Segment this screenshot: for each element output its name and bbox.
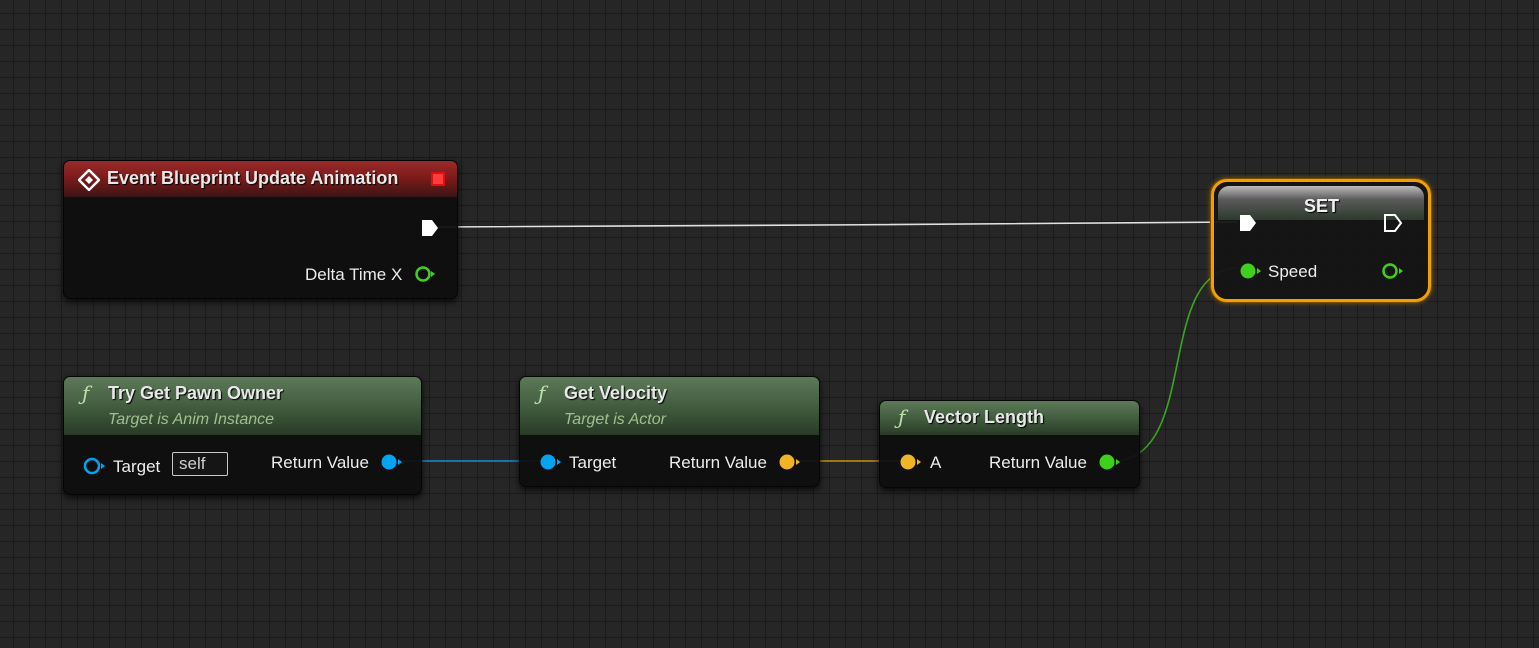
node-title: Event Blueprint Update Animation — [107, 168, 399, 188]
return-value-label: Return Value — [271, 453, 369, 472]
exec-out-pin[interactable] — [420, 218, 440, 238]
a-label: A — [930, 453, 942, 472]
node-header: ƒ Get Velocity Target is Actor — [520, 377, 819, 435]
node-header: ƒ Vector Length — [880, 401, 1139, 435]
set-node[interactable]: SET Speed — [1211, 179, 1431, 302]
target-label: Target — [113, 457, 161, 476]
speed-in-pin[interactable] — [1238, 262, 1262, 280]
event-node-header: Event Blueprint Update Animation — [64, 161, 457, 197]
node-header: ƒ Try Get Pawn Owner Target is Anim Inst… — [64, 377, 421, 435]
delta-time-label: Delta Time X — [305, 265, 403, 284]
vector-length-node[interactable]: ƒ Vector Length A Return Value — [879, 400, 1140, 488]
speed-out-pin[interactable] — [1380, 262, 1404, 280]
target-in-pin[interactable] — [82, 457, 106, 475]
a-in-pin[interactable] — [898, 453, 922, 471]
exec-out-pin[interactable] — [1383, 213, 1403, 233]
target-value-field[interactable]: self — [172, 452, 228, 476]
node-title: Vector Length — [924, 407, 1045, 427]
node-title: Try Get Pawn Owner — [108, 383, 284, 403]
node-subtitle: Target is Anim Instance — [108, 411, 275, 428]
return-value-label: Return Value — [989, 453, 1087, 472]
event-diamond-icon — [78, 169, 100, 191]
return-value-out-pin[interactable] — [379, 453, 403, 471]
node-subtitle: Target is Actor — [564, 411, 666, 428]
return-value-out-pin[interactable] — [777, 453, 801, 471]
wire-layer — [398, 221, 1239, 462]
target-in-pin[interactable] — [538, 453, 562, 471]
target-label: Target — [569, 453, 617, 472]
node-title: Get Velocity — [564, 383, 668, 403]
get-velocity-node[interactable]: ƒ Get Velocity Target is Actor Target Re… — [519, 376, 820, 487]
return-value-out-pin[interactable] — [1097, 453, 1121, 471]
node-title: SET — [1304, 196, 1340, 216]
function-icon: ƒ — [898, 405, 906, 429]
return-value-label: Return Value — [669, 453, 767, 472]
function-icon: ƒ — [82, 381, 90, 405]
speed-label: Speed — [1268, 262, 1318, 281]
exec-in-pin[interactable] — [1238, 213, 1258, 233]
event-node[interactable]: Event Blueprint Update Animation Delta T… — [63, 160, 458, 299]
delta-time-out-pin[interactable] — [414, 265, 436, 283]
exec-wire — [437, 221, 1239, 228]
delegate-pin-icon[interactable] — [431, 172, 445, 186]
function-icon: ƒ — [538, 381, 546, 405]
try-get-pawn-owner-node[interactable]: ƒ Try Get Pawn Owner Target is Anim Inst… — [63, 376, 422, 495]
